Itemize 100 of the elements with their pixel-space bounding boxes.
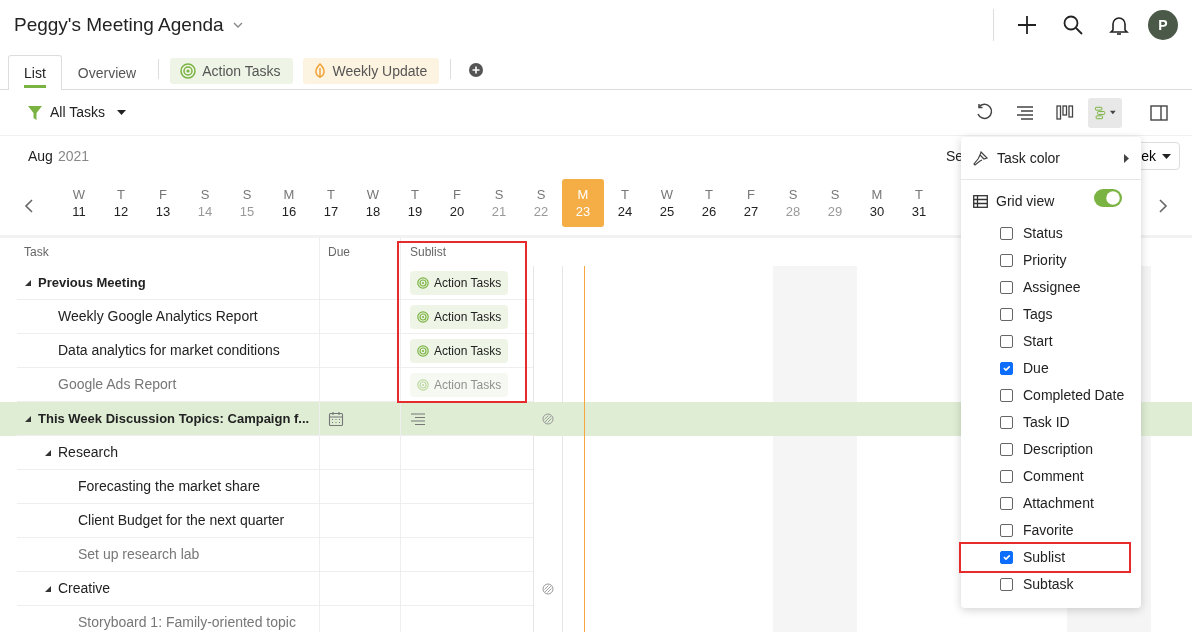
checkbox-label[interactable]: Sublist	[1023, 547, 1066, 568]
checkbox-label[interactable]: Assignee	[1023, 277, 1081, 298]
due-cell[interactable]	[320, 402, 401, 436]
calendar-day[interactable]: S 15	[226, 179, 268, 227]
checkbox[interactable]	[1000, 281, 1013, 294]
filter-button[interactable]: All Tasks	[28, 102, 126, 123]
checkbox-label[interactable]: Start	[1023, 331, 1053, 352]
tab[interactable]: Overview	[61, 55, 153, 90]
column-header: Task	[24, 244, 49, 261]
checkbox[interactable]	[1000, 470, 1013, 483]
checkbox-label[interactable]: Due	[1023, 358, 1049, 379]
due-cell[interactable]	[320, 266, 401, 300]
task-name[interactable]: Data analytics for market conditions	[58, 340, 280, 361]
checkbox-label[interactable]: Subtask	[1023, 574, 1074, 595]
task-name[interactable]: Research	[58, 442, 118, 463]
sublist-tag[interactable]: Action Tasks	[410, 338, 509, 363]
checkbox[interactable]	[1000, 389, 1013, 402]
checkbox[interactable]	[1000, 524, 1013, 537]
calendar-day[interactable]: W 18	[352, 179, 394, 227]
plus-icon[interactable]	[1016, 14, 1038, 36]
expand-triangle-icon[interactable]	[44, 448, 52, 457]
checkbox[interactable]	[1000, 308, 1013, 321]
calendar-day[interactable]: T 24	[604, 179, 646, 227]
expand-triangle-icon[interactable]	[24, 414, 32, 423]
year-label: 2021	[57, 146, 90, 166]
checkbox-label[interactable]: Status	[1023, 223, 1063, 244]
checkbox-label[interactable]: Favorite	[1023, 520, 1074, 541]
brush-icon	[973, 150, 989, 166]
calendar-day[interactable]: W 25	[646, 179, 688, 227]
calendar-day[interactable]: S 21	[478, 179, 520, 227]
calendar-icon[interactable]	[328, 410, 344, 427]
calendar-day[interactable]: F 13	[142, 179, 184, 227]
target-icon	[417, 276, 429, 289]
expand-triangle-icon[interactable]	[44, 584, 52, 593]
task-name[interactable]: Client Budget for the next quarter	[78, 510, 285, 531]
search-icon[interactable]	[1062, 14, 1084, 36]
calendar-day[interactable]: T 31	[898, 179, 940, 227]
task-name[interactable]: Forecasting the market share	[78, 476, 261, 497]
table-icon	[973, 194, 988, 208]
task-name[interactable]: Storyboard 1: Family-oriented topic	[78, 612, 296, 632]
checkbox[interactable]	[1000, 443, 1013, 456]
calendar-day[interactable]: T 12	[100, 179, 142, 227]
checkbox-label[interactable]: Description	[1023, 439, 1094, 460]
target-icon	[417, 310, 429, 323]
chevron-left-icon[interactable]	[24, 197, 34, 214]
calendar-day[interactable]: F 20	[436, 179, 478, 227]
checkbox-label[interactable]: Priority	[1023, 250, 1067, 271]
checkbox-label[interactable]: Comment	[1023, 466, 1084, 487]
checkbox[interactable]	[1000, 227, 1013, 240]
checkbox[interactable]	[1000, 551, 1013, 564]
calendar-day[interactable]: T 19	[394, 179, 436, 227]
grid-view-label: Grid view	[996, 191, 1055, 211]
sublist-tag[interactable]: Action Tasks	[410, 304, 509, 329]
caret-icon[interactable]	[231, 21, 244, 29]
add-icon[interactable]	[469, 63, 484, 77]
calendar-day[interactable]: W 11	[58, 179, 100, 227]
tab[interactable]: Action Tasks	[170, 58, 293, 84]
calendar-day[interactable]: S 28	[772, 179, 814, 227]
sublist-tag[interactable]: Action Tasks	[410, 270, 509, 295]
calendar-day[interactable]: F 27	[730, 179, 772, 227]
checkbox-label[interactable]: Completed Date	[1023, 385, 1125, 406]
task-name[interactable]: Weekly Google Analytics Report	[58, 306, 258, 327]
grid-view-toggle[interactable]	[1094, 189, 1122, 207]
checkbox-label[interactable]: Tags	[1023, 304, 1053, 325]
task-name[interactable]: Google Ads Report	[58, 374, 177, 395]
calendar-day[interactable]: S 29	[814, 179, 856, 227]
tab[interactable]: Weekly Update	[302, 58, 440, 84]
task-name[interactable]: This Week Discussion Topics: Campaign f...	[38, 408, 310, 429]
task-name[interactable]: Creative	[58, 578, 111, 599]
due-cell[interactable]	[320, 300, 401, 334]
calendar-day[interactable]: T 17	[310, 179, 352, 227]
expand-triangle-icon[interactable]	[24, 278, 32, 287]
target-icon	[417, 378, 429, 391]
bell-icon[interactable]	[1108, 14, 1130, 36]
calendar-day[interactable]: S 22	[520, 179, 562, 227]
checkbox[interactable]	[1000, 497, 1013, 510]
checkbox-label[interactable]: Attachment	[1023, 493, 1094, 514]
calendar-day[interactable]: T 26	[688, 179, 730, 227]
list-icon[interactable]	[410, 412, 426, 425]
task-name[interactable]: Set up research lab	[78, 544, 200, 565]
checkbox[interactable]	[1000, 362, 1013, 375]
task-name[interactable]: Previous Meeting	[38, 272, 146, 293]
caret-icon	[1162, 153, 1171, 159]
checkbox-label[interactable]: Task ID	[1023, 412, 1070, 433]
checkbox[interactable]	[1000, 254, 1013, 267]
tab[interactable]: List	[8, 55, 62, 90]
checkbox[interactable]	[1000, 335, 1013, 348]
filter-icon	[28, 104, 42, 121]
due-cell[interactable]	[320, 334, 401, 368]
calendar-day[interactable]: M 30	[856, 179, 898, 227]
calendar-day[interactable]: M 16	[268, 179, 310, 227]
checkbox[interactable]	[1000, 578, 1013, 591]
chevron-right-icon[interactable]	[1158, 197, 1168, 214]
due-cell[interactable]	[320, 436, 401, 470]
target-icon	[417, 344, 429, 357]
calendar-day[interactable]: S 14	[184, 179, 226, 227]
submenu-arrow-icon	[1124, 153, 1129, 163]
board-icon	[1055, 102, 1075, 123]
avatar[interactable]: P	[1148, 10, 1178, 40]
checkbox[interactable]	[1000, 416, 1013, 429]
